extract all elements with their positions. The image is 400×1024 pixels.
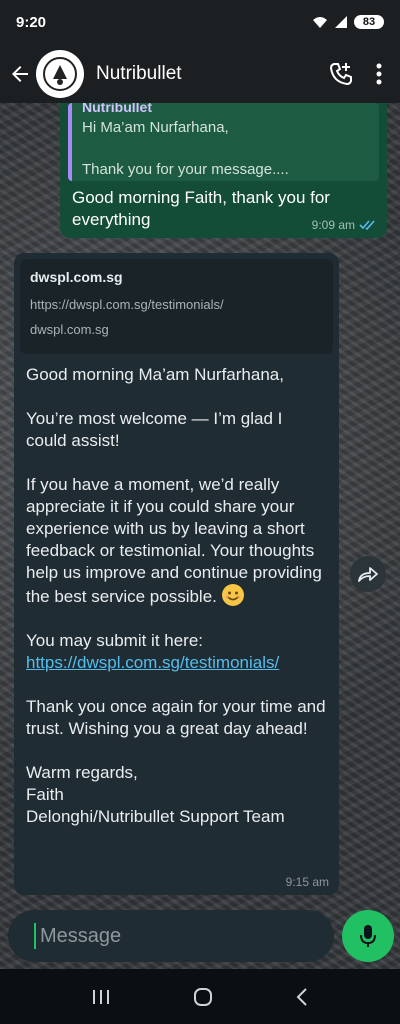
status-bar: 9:20 83 [0, 0, 400, 44]
add-call-icon[interactable] [328, 61, 354, 87]
status-icons: 83 [312, 15, 384, 29]
signature-line-1: Warm regards, [26, 763, 138, 782]
forward-button[interactable] [350, 556, 386, 592]
avatar[interactable] [36, 49, 84, 98]
message-input[interactable] [34, 923, 305, 949]
quoted-text: Hi Ma’am Nurfarhana, Thank you for your … [82, 119, 289, 178]
outgoing-message-time: 9:09 am [311, 218, 355, 232]
back-nav-icon[interactable] [295, 987, 309, 1007]
status-time: 9:20 [16, 13, 47, 31]
recent-apps-icon[interactable] [91, 988, 111, 1006]
incoming-message-time: 9:15 am [285, 875, 329, 889]
link-preview-title: dwspl.com.sg [30, 269, 123, 285]
thanks-text: Thank you once again for your time and t… [26, 697, 326, 738]
smiling-face-emoji-icon [221, 584, 244, 606]
voice-message-button[interactable] [342, 910, 394, 962]
battery-icon: 83 [354, 15, 384, 29]
signature-line-2: Faith [26, 785, 64, 804]
submit-label: You may submit it here: [26, 631, 204, 650]
request-paragraph: If you have a moment, we’d really apprec… [26, 474, 327, 608]
link-preview-url: https://dwspl.com.sg/testimonials/ [30, 297, 224, 312]
back-arrow-icon[interactable] [8, 62, 32, 86]
greeting-text: Good morning Ma’am Nurfarhana, [26, 365, 284, 384]
message-composer [8, 910, 334, 962]
microphone-icon [360, 925, 376, 947]
request-text: If you have a moment, we’d really apprec… [26, 475, 322, 606]
welcome-text: You’re most welcome — I’m glad I could a… [26, 409, 283, 450]
signal-icon [335, 16, 347, 28]
outgoing-message-meta: 9:09 am [312, 218, 377, 232]
chat-title[interactable]: Nutribullet [96, 63, 182, 85]
read-receipt-icon [359, 220, 375, 230]
more-options-icon[interactable] [376, 63, 382, 85]
nutribullet-logo-icon [43, 56, 77, 91]
signature-line-3: Delonghi/Nutribullet Support Team [26, 807, 285, 826]
link-preview-domain: dwspl.com.sg [30, 322, 109, 337]
incoming-message-bubble[interactable]: dwspl.com.sg https://dwspl.com.sg/testim… [14, 253, 339, 895]
home-icon[interactable] [192, 986, 214, 1008]
testimonials-link[interactable]: https://dwspl.com.sg/testimonials/ [26, 653, 279, 672]
chat-header: Nutribullet [0, 44, 400, 103]
incoming-message-text: Good morning Ma’am Nurfarhana, You’re mo… [20, 354, 333, 828]
quoted-author: Nutribullet [82, 103, 152, 115]
system-navigation-bar [0, 969, 400, 1024]
header-actions [328, 61, 392, 87]
wifi-icon [313, 17, 327, 28]
link-preview-card[interactable]: dwspl.com.sg https://dwspl.com.sg/testim… [20, 259, 333, 354]
quoted-message[interactable]: Nutribullet Hi Ma’am Nurfarhana, Thank y… [68, 103, 379, 181]
signature: Warm regards, Faith Delonghi/Nutribullet… [26, 762, 327, 828]
forward-icon [358, 567, 378, 582]
submit-paragraph: You may submit it here: https://dwspl.co… [26, 630, 327, 674]
outgoing-message-bubble[interactable]: Nutribullet Hi Ma’am Nurfarhana, Thank y… [60, 103, 387, 238]
